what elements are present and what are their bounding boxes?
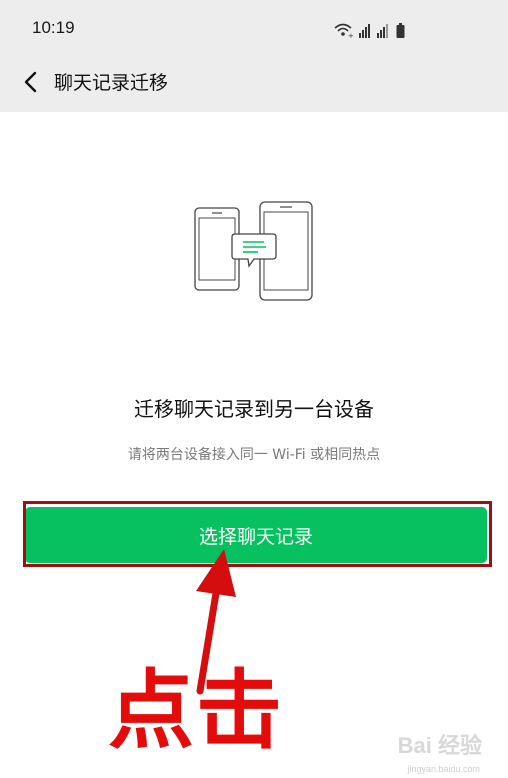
status-time: 10:19 bbox=[32, 18, 75, 37]
subtext: 请将两台设备接入同一 Wi-Fi 或相同热点 bbox=[127, 447, 381, 463]
status-icons: + bbox=[334, 23, 405, 40]
phones-transfer-icon bbox=[194, 201, 313, 301]
watermark-brand: Bai 经验 bbox=[397, 733, 482, 758]
signal-icon bbox=[359, 24, 370, 38]
select-chat-history-button[interactable]: 选择聊天记录 bbox=[25, 507, 487, 563]
chevron-left-icon[interactable] bbox=[20, 67, 40, 97]
watermark-url: jingyan.baidu.com bbox=[407, 764, 480, 774]
headline: 迁移聊天记录到另一台设备 bbox=[134, 397, 374, 421]
battery-icon bbox=[396, 23, 405, 38]
page-title: 聊天记录迁移 bbox=[54, 72, 169, 94]
wifi-icon: + bbox=[334, 23, 354, 40]
signal-icon bbox=[377, 24, 388, 38]
svg-text:+: + bbox=[348, 32, 354, 40]
click-annotation: 点击 bbox=[108, 661, 284, 761]
top-bar: 10:19 + 聊天记录迁移 bbox=[0, 0, 508, 112]
